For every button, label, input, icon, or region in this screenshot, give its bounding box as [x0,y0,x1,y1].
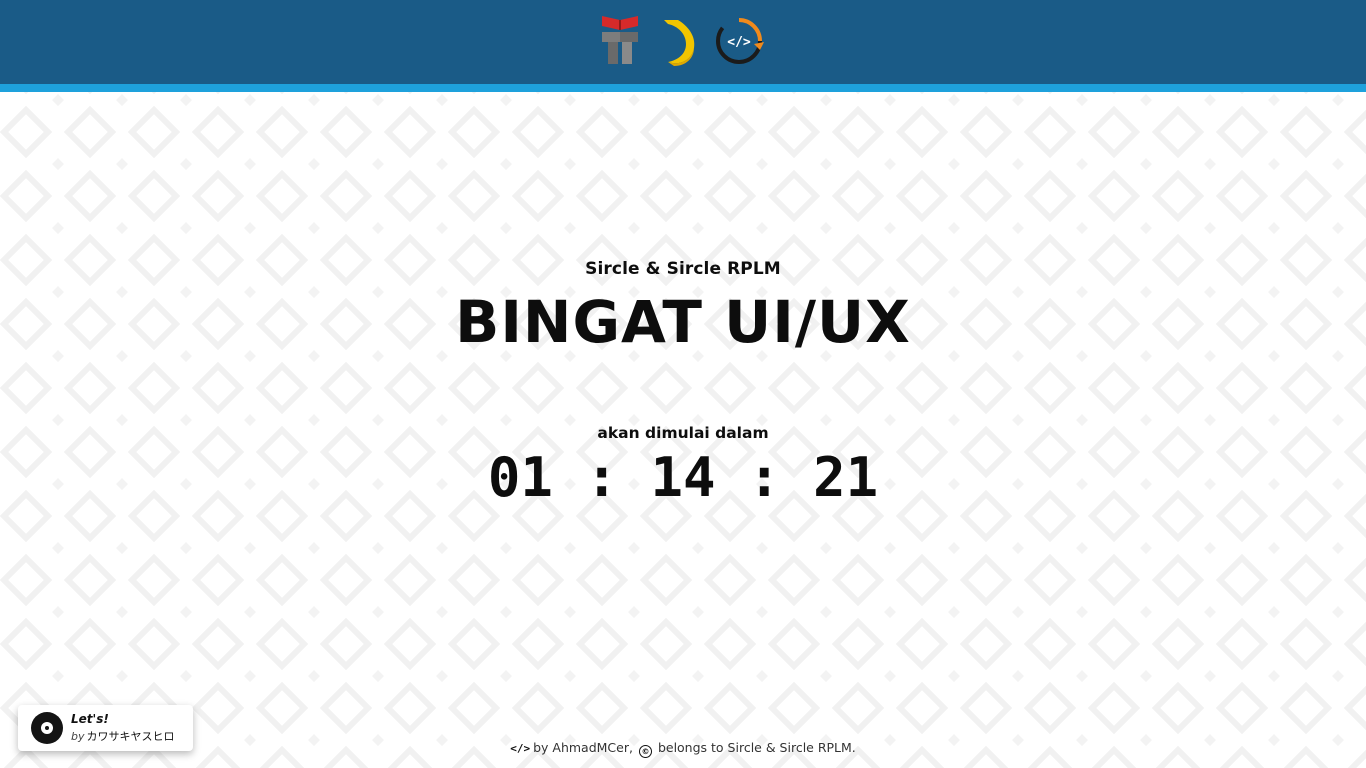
footer: </> by AhmadMCer, © belongs to Sircle & S… [0,740,1366,758]
footer-author: by AhmadMCer, [533,740,633,755]
code-icon: </> [510,742,531,755]
header-bar: </> [0,0,1366,84]
countdown-timer: 01 : 14 : 21 [0,446,1366,510]
countdown-separator: : [585,446,618,509]
event-title: BINGAT UI/UX [455,288,911,356]
vinyl-disc-icon[interactable] [31,712,63,744]
countdown-seconds: 21 [813,446,879,509]
countdown-hours: 01 [487,446,553,509]
countdown-minutes: 14 [650,446,716,509]
footer-belongs: belongs to Sircle & Sircle RPLM. [657,740,856,755]
countdown-separator: : [748,446,781,509]
kemdikbud-logo [598,14,650,68]
header-logos: </> [598,14,768,68]
copyright-icon: © [638,745,652,758]
music-artist: by カワサキヤスヒロ [71,728,175,744]
music-player-widget[interactable]: Let's! by カワサキヤスヒロ [18,705,193,751]
music-artist-name: カワサキヤスヒロ [86,730,175,743]
event-organizer: Sircle & Sircle RPLM [585,259,781,279]
countdown-label: akan dimulai dalam [597,424,769,442]
header-stripe [0,84,1366,92]
svg-text:</>: </> [727,35,751,50]
music-title: Let's! [71,712,109,726]
code-cycle-logo: </> [714,14,766,68]
moon-crescent-logo [656,14,708,68]
music-by-label: by [71,730,85,743]
